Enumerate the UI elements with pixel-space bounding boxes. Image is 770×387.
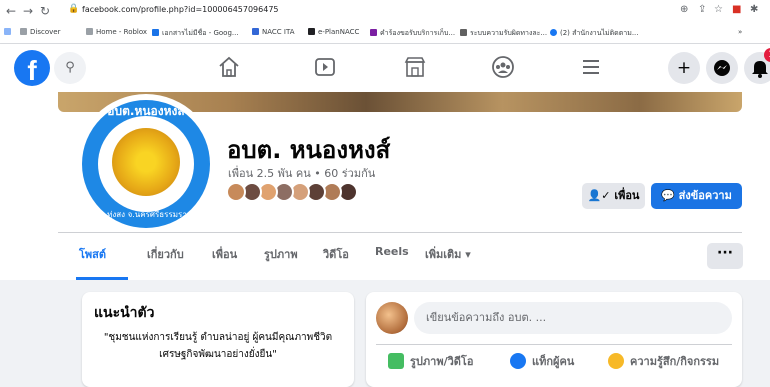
more-options-button[interactable]: ···: [707, 243, 743, 269]
friend-button-label: เพื่อน: [614, 189, 640, 202]
groups-icon[interactable]: [488, 52, 518, 82]
bookmark-item[interactable]: ระบบความรับผิดทางละ...: [460, 28, 547, 39]
feeling-activity-button[interactable]: ความรู้สึก/กิจกรรม: [608, 352, 719, 370]
photo-video-label: รูปภาพ/วิดีโอ: [410, 355, 474, 368]
bookmark-item[interactable]: NACC ITA: [252, 28, 295, 36]
bookmark-item[interactable]: เอกสารไม่มีชื่อ - Goog...: [152, 28, 239, 39]
bookmark-item[interactable]: (2) สำนักงานไม่ติดตาม...: [550, 28, 639, 39]
bookmark-label: คำร้องขอรับบริการเก็บ...: [380, 29, 456, 37]
tab-friends[interactable]: เพื่อน: [212, 245, 237, 263]
create-plus-icon[interactable]: +: [668, 52, 700, 84]
forward-icon[interactable]: →: [23, 4, 33, 18]
profile-header: อบต.หนองหงส์ อ.ทุ่งสง จ.นครศรีธรรมราช อบ…: [0, 92, 770, 280]
search-icon[interactable]: ⚲: [54, 52, 86, 84]
watch-icon[interactable]: [310, 52, 340, 82]
messenger-icon[interactable]: [706, 52, 738, 84]
lock-icon: 🔒: [68, 4, 80, 14]
bookmark-item[interactable]: Discover: [20, 28, 60, 36]
bookmark-label: NACC ITA: [262, 28, 295, 36]
tag-people-label: แท็กผู้คน: [532, 355, 575, 368]
share-icon[interactable]: ⇪: [698, 4, 706, 15]
facebook-top-bar: f ⚲ + 1: [0, 44, 770, 92]
browser-chrome: ← → ↻ 🔒 facebook.com/profile.php?id=1000…: [0, 0, 770, 44]
post-composer: เขียนข้อความถึง อบต. ... รูปภาพ/วิดีโอ แ…: [366, 292, 742, 387]
tab-videos[interactable]: วิดีโอ: [323, 245, 349, 263]
avatar-text-bottom: อ.ทุ่งสง จ.นครศรีธรรมราช: [99, 210, 193, 219]
friend-button[interactable]: 👤✓ เพื่อน: [582, 183, 645, 209]
bookmark-label: Home - Roblox: [96, 28, 148, 36]
photo-icon: [388, 353, 404, 369]
marketplace-icon[interactable]: [400, 52, 430, 82]
divider: [376, 344, 732, 345]
bookmark-label: ระบบความรับผิดทางละ...: [470, 29, 548, 37]
bookmark-label: (2) สำนักงานไม่ติดตาม...: [560, 29, 639, 37]
tab-reels[interactable]: Reels: [375, 245, 409, 258]
chevron-right-icon[interactable]: »: [738, 28, 742, 36]
feeling-activity-label: ความรู้สึก/กิจกรรม: [630, 355, 720, 368]
divider: [58, 232, 742, 233]
back-icon[interactable]: ←: [6, 4, 16, 18]
apps-icon[interactable]: [4, 28, 14, 36]
bookmark-label: e-PlanNACC: [318, 28, 360, 36]
tab-about[interactable]: เกี่ยวกับ: [147, 245, 184, 263]
address-row: ← → ↻ 🔒 facebook.com/profile.php?id=1000…: [0, 0, 770, 22]
bookmark-item[interactable]: Home - Roblox: [86, 28, 147, 36]
photo-video-button[interactable]: รูปภาพ/วิดีโอ: [388, 352, 473, 370]
intro-bio: "ชุมชนแห่งการเรียนรู้ ตำบลน่าอยู่ ผู้คนม…: [103, 332, 333, 360]
tag-people-icon: [510, 353, 526, 369]
send-message-button[interactable]: 💬 ส่งข้อความ: [651, 183, 742, 209]
extension-icon[interactable]: ■: [732, 4, 741, 15]
avatar-emblem-icon: [112, 128, 180, 196]
menu-icon[interactable]: [576, 52, 606, 82]
send-message-label: ส่งข้อความ: [678, 189, 732, 202]
friend-check-icon: 👤✓: [587, 189, 611, 202]
tab-posts[interactable]: โพสต์: [79, 245, 106, 263]
bookmark-label: เอกสารไม่มีชื่อ - Goog...: [162, 29, 239, 37]
profile-avatar[interactable]: อบต.หนองหงส์ อ.ทุ่งสง จ.นครศรีธรรมราช: [82, 100, 210, 228]
star-icon[interactable]: ☆: [714, 4, 723, 15]
bookmark-label: Discover: [30, 28, 61, 36]
zoom-icon[interactable]: ⊕: [680, 4, 688, 15]
bookmark-item[interactable]: e-PlanNACC: [308, 28, 359, 36]
post-input[interactable]: เขียนข้อความถึง อบต. ...: [414, 302, 732, 334]
feeling-icon: [608, 353, 624, 369]
intro-title: แนะนำตัว: [94, 305, 155, 321]
avatar-text-top: อบต.หนองหงส์: [107, 104, 185, 118]
tab-more[interactable]: เพิ่มเติม ▾: [425, 245, 471, 263]
reload-icon[interactable]: ↻: [40, 4, 50, 18]
intro-card: แนะนำตัว "ชุมชนแห่งการเรียนรู้ ตำบลน่าอย…: [82, 292, 354, 387]
messenger-small-icon: 💬: [661, 189, 675, 202]
tag-people-button[interactable]: แท็กผู้คน: [510, 352, 574, 370]
bookmark-item[interactable]: คำร้องขอรับบริการเก็บ...: [370, 28, 455, 39]
user-avatar[interactable]: [376, 302, 408, 334]
tab-photos[interactable]: รูปภาพ: [264, 245, 298, 263]
bookmarks-bar: Discover Home - Roblox เอกสารไม่มีชื่อ -…: [0, 22, 770, 44]
active-tab-indicator: [76, 277, 128, 280]
puzzle-icon[interactable]: ✱: [750, 4, 758, 15]
url-bar[interactable]: facebook.com/profile.php?id=100006457096…: [82, 5, 279, 14]
mutual-friend-avatar[interactable]: [226, 182, 246, 202]
facebook-logo-icon[interactable]: f: [14, 50, 50, 86]
home-icon[interactable]: [214, 52, 244, 82]
friends-count[interactable]: เพื่อน 2.5 พัน คน • 60 ร่วมกัน: [228, 164, 375, 182]
